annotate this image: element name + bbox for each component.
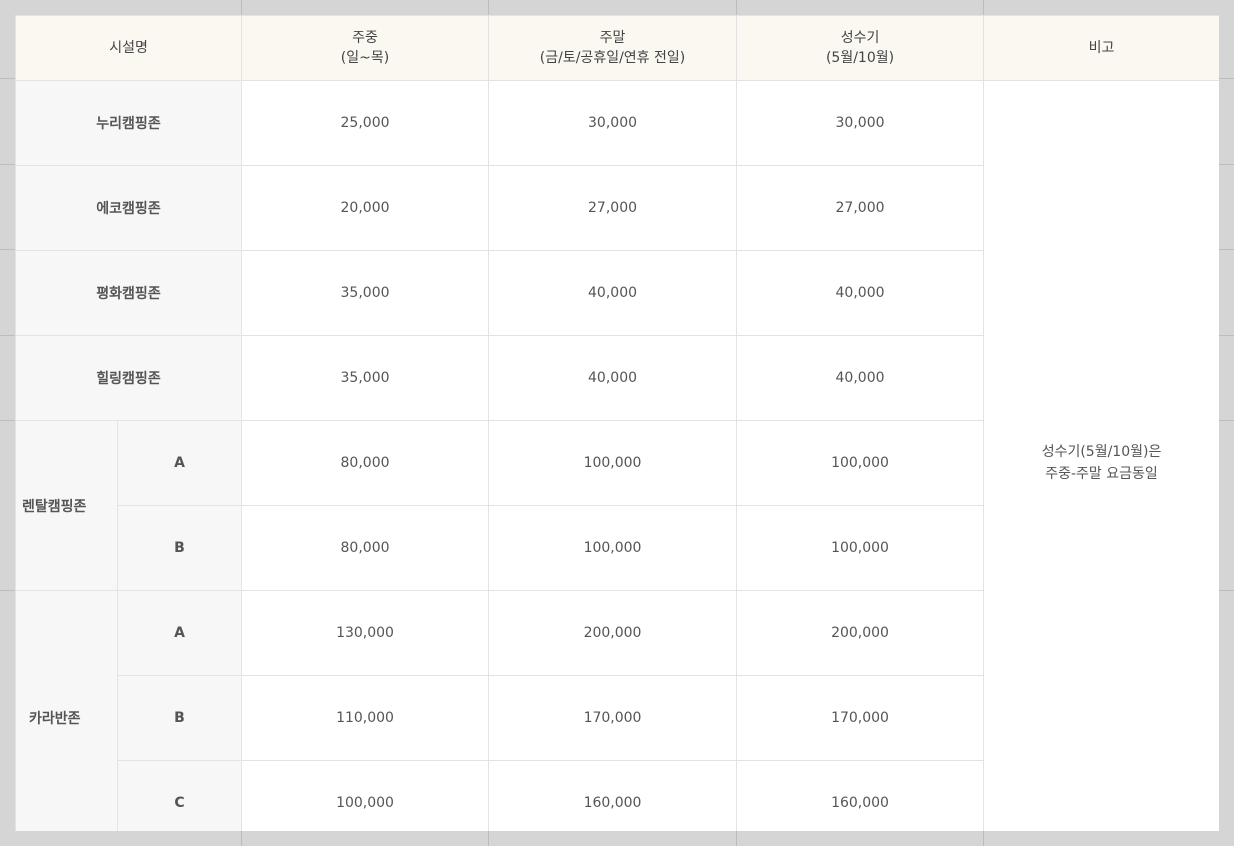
header-note: 비고 — [983, 15, 1219, 81]
facility-name: 힐링캠핑존 — [15, 335, 243, 421]
header-facility: 시설명 — [15, 15, 243, 81]
weekend-price: 100,000 — [488, 420, 738, 506]
weekday-price: 130,000 — [241, 590, 490, 676]
sub-type: A — [116, 590, 243, 676]
header-peak-title: 성수기 — [840, 30, 880, 46]
note-cell: 성수기(5월/10월)은 주중-주말 요금동일 — [983, 80, 1219, 831]
weekday-price: 35,000 — [241, 335, 490, 421]
facility-name: 누리캠핑존 — [15, 80, 243, 166]
facility-group-rental: 렌탈캠핑존 — [15, 420, 118, 591]
sub-type: B — [116, 675, 243, 761]
weekend-price: 30,000 — [488, 80, 738, 166]
peak-price: 160,000 — [736, 760, 985, 831]
weekend-price: 160,000 — [488, 760, 738, 831]
fee-table-panel: 시설명 주중 (일~목) 주말 (금/토/공휴일/연휴 전일) 성수기 (5월/… — [15, 15, 1219, 831]
weekday-price: 80,000 — [241, 420, 490, 506]
facility-group-name: 카라반존 — [29, 711, 81, 727]
peak-price: 40,000 — [736, 250, 985, 336]
fee-table: 시설명 주중 (일~목) 주말 (금/토/공휴일/연휴 전일) 성수기 (5월/… — [15, 15, 1219, 831]
weekday-price: 20,000 — [241, 165, 490, 251]
weekday-price: 35,000 — [241, 250, 490, 336]
sub-type: A — [116, 420, 243, 506]
peak-price: 170,000 — [736, 675, 985, 761]
peak-price: 40,000 — [736, 335, 985, 421]
header-weekend-sub: (금/토/공휴일/연휴 전일) — [539, 50, 686, 66]
weekday-price: 25,000 — [241, 80, 490, 166]
peak-price: 100,000 — [736, 420, 985, 506]
weekend-price: 40,000 — [488, 250, 738, 336]
weekday-price: 100,000 — [241, 760, 490, 831]
table-row: 누리캠핑존 25,000 30,000 30,000 성수기(5월/10월)은 … — [15, 80, 1219, 831]
weekday-price: 80,000 — [241, 505, 490, 591]
weekday-price: 110,000 — [241, 675, 490, 761]
header-weekend: 주말 (금/토/공휴일/연휴 전일) — [488, 15, 738, 81]
header-weekend-title: 주말 — [599, 30, 626, 46]
peak-price: 200,000 — [736, 590, 985, 676]
header-weekday-sub: (일~목) — [340, 50, 390, 66]
table-header-row: 시설명 주중 (일~목) 주말 (금/토/공휴일/연휴 전일) 성수기 (5월/… — [15, 15, 1219, 81]
note-line-2: 주중-주말 요금동일 — [1045, 466, 1158, 482]
facility-group-caravan: 카라반존 — [15, 590, 118, 831]
header-weekday-title: 주중 — [352, 30, 378, 46]
facility-group-name: 렌탈캠핑존 — [22, 498, 87, 515]
peak-price: 100,000 — [736, 505, 985, 591]
header-peak: 성수기 (5월/10월) — [736, 15, 985, 81]
weekend-price: 40,000 — [488, 335, 738, 421]
header-peak-sub: (5월/10월) — [825, 50, 895, 66]
weekend-price: 27,000 — [488, 165, 738, 251]
peak-price: 27,000 — [736, 165, 985, 251]
facility-name: 평화캠핑존 — [15, 250, 243, 336]
peak-price: 30,000 — [736, 80, 985, 166]
sub-type: C — [116, 760, 243, 831]
weekend-price: 100,000 — [488, 505, 738, 591]
sub-type: B — [116, 505, 243, 591]
note-line-1: 성수기(5월/10월)은 — [1041, 444, 1162, 460]
weekend-price: 200,000 — [488, 590, 738, 676]
weekend-price: 170,000 — [488, 675, 738, 761]
header-weekday: 주중 (일~목) — [241, 15, 490, 81]
facility-name: 에코캠핑존 — [15, 165, 243, 251]
